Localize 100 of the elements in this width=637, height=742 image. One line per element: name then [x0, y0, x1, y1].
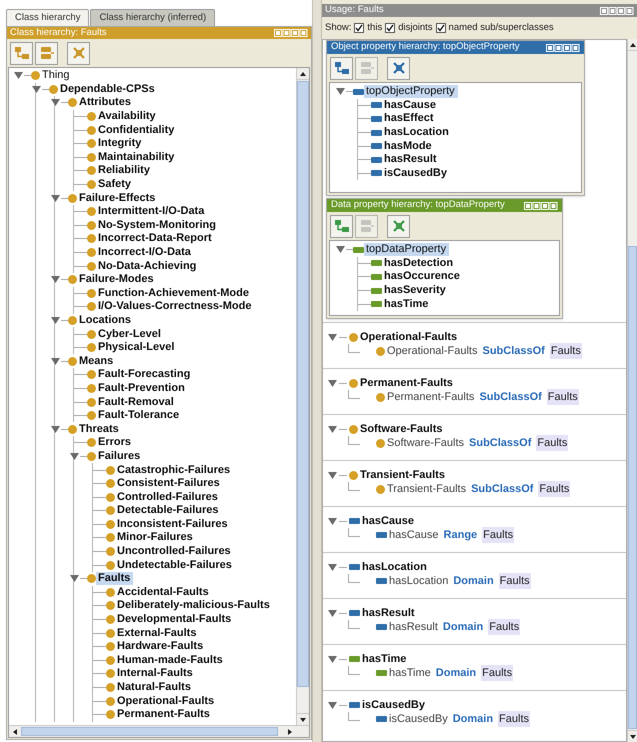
triangle-icon[interactable]	[32, 84, 40, 94]
tree-item[interactable]: Errors	[96, 436, 134, 450]
axiom-target[interactable]: Faults	[498, 710, 530, 728]
checkbox[interactable]	[354, 23, 364, 33]
tree-item[interactable]: topObjectProperty	[364, 85, 458, 98]
tree-item[interactable]: Operational-Faults	[115, 694, 218, 708]
toolbar-button[interactable]	[330, 56, 353, 80]
checkbox[interactable]	[436, 23, 446, 33]
tree-item[interactable]: hasMode	[382, 140, 435, 153]
usage-entity[interactable]: isCausedBy	[362, 696, 425, 714]
triangle-icon[interactable]	[70, 452, 78, 461]
tree-item[interactable]: Failure-Effects	[77, 192, 158, 205]
checkbox[interactable]	[385, 23, 396, 33]
tree-item[interactable]: Physical-Level	[96, 341, 178, 354]
triangle-icon[interactable]	[328, 470, 337, 480]
tree-item[interactable]: Threats	[77, 422, 122, 436]
tree-item[interactable]: Consistent-Failures	[115, 477, 223, 490]
usage-entity[interactable]: Software-Faults	[360, 420, 443, 438]
axiom-target[interactable]: Faults	[481, 664, 514, 682]
triangle-icon[interactable]	[50, 424, 60, 434]
axiom-target[interactable]: Faults	[546, 388, 579, 406]
tree-item[interactable]: Human-made-Faults	[115, 654, 226, 667]
usage-entity[interactable]: Permanent-Faults	[360, 374, 453, 392]
tree-item[interactable]: hasOccurence	[382, 270, 463, 284]
toolbar-button[interactable]	[387, 214, 410, 238]
scrollbar-thumb[interactable]	[628, 246, 637, 729]
tree-item[interactable]: Faults	[96, 572, 134, 586]
triangle-icon[interactable]	[328, 332, 337, 342]
tree-item[interactable]: Developmental-Faults	[115, 613, 234, 626]
triangle-icon[interactable]	[328, 562, 337, 572]
toolbar-button[interactable]	[387, 56, 410, 80]
tree-item[interactable]: Detectable-Failures	[115, 504, 222, 518]
triangle-icon[interactable]	[336, 87, 344, 96]
triangle-icon[interactable]	[14, 71, 22, 80]
triangle-icon[interactable]	[328, 378, 337, 388]
tree-item[interactable]: Fault-Removal	[96, 396, 177, 409]
tree-item[interactable]: hasCause	[382, 98, 439, 112]
tree-item[interactable]: Intermittent-I/O-Data	[96, 205, 208, 218]
window-controls-icon[interactable]	[546, 44, 580, 52]
window-controls-icon[interactable]	[524, 202, 558, 210]
usage-entity[interactable]: Transient-Faults	[360, 466, 445, 484]
scrollbar-thumb[interactable]	[21, 727, 278, 736]
triangle-icon[interactable]	[50, 356, 60, 366]
tree-item[interactable]: Hardware-Faults	[115, 640, 206, 654]
tree-item[interactable]: Availability	[96, 110, 159, 124]
tree-item[interactable]: Means	[77, 354, 116, 368]
tree-item[interactable]: Incorrect-I/O-Data	[96, 246, 194, 260]
triangle-icon[interactable]	[50, 316, 60, 325]
axiom-target[interactable]: Faults	[482, 526, 514, 544]
tree-item[interactable]: Integrity	[96, 137, 144, 150]
tree-item[interactable]: No-Data-Achieving	[96, 260, 200, 273]
tree-item[interactable]: No-System-Monitoring	[96, 218, 219, 232]
tree-item[interactable]: Accidental-Faults	[115, 586, 212, 599]
tree-item[interactable]: Permanent-Faults	[115, 708, 213, 722]
usage-entity[interactable]: hasResult	[362, 604, 415, 622]
tree-item[interactable]: Maintainability	[96, 150, 178, 164]
triangle-icon[interactable]	[50, 98, 60, 108]
usage-entity[interactable]: Operational-Faults	[360, 328, 458, 346]
tree-item[interactable]: hasTime	[382, 298, 432, 311]
tree-item[interactable]: Incorrect-Data-Report	[96, 232, 215, 246]
tree-item[interactable]: Dependable-CPSs	[58, 82, 158, 96]
tree-item[interactable]: hasLocation	[382, 126, 452, 140]
window-controls-icon[interactable]	[600, 6, 634, 14]
triangle-icon[interactable]	[328, 424, 337, 434]
tree-item[interactable]: hasSeverity	[382, 284, 449, 298]
tree-item[interactable]: Thing	[40, 69, 73, 82]
tree-item[interactable]: Attributes	[77, 96, 134, 110]
axiom-target[interactable]: Faults	[536, 434, 568, 452]
tree-item[interactable]: Safety	[96, 178, 134, 192]
tree-item[interactable]: Reliability	[96, 164, 153, 178]
triangle-icon[interactable]	[50, 275, 60, 284]
triangle-icon[interactable]	[328, 608, 337, 618]
tree-item[interactable]: Fault-Prevention	[96, 382, 188, 395]
triangle-icon[interactable]	[328, 654, 337, 664]
tree-item[interactable]: hasResult	[382, 153, 440, 166]
tree-item[interactable]: I/O-Values-Correctness-Mode	[96, 300, 254, 314]
triangle-icon[interactable]	[328, 700, 337, 710]
tree-item[interactable]: Function-Achievement-Mode	[96, 286, 252, 300]
tree-item[interactable]: External-Faults	[115, 626, 200, 640]
triangle-icon[interactable]	[50, 194, 60, 203]
tree-item[interactable]: Locations	[77, 314, 134, 327]
tab[interactable]: Class hierarchy (inferred)	[90, 9, 216, 26]
toolbar-button[interactable]	[330, 214, 353, 238]
tree-item[interactable]: Deliberately-malicious-Faults	[115, 599, 273, 612]
usage-entity[interactable]: hasCause	[362, 512, 414, 530]
scrollbar-thumb[interactable]	[297, 81, 309, 687]
tree-item[interactable]: hasEffect	[382, 112, 437, 126]
axiom-target[interactable]: Faults	[538, 480, 570, 498]
tree-item[interactable]: topDataProperty	[364, 243, 450, 256]
tree-item[interactable]: Fault-Forecasting	[96, 368, 194, 382]
tree-item[interactable]: Uncontrolled-Failures	[115, 545, 234, 558]
tree-item[interactable]: Inconsistent-Failures	[115, 518, 231, 531]
tree-item[interactable]: Minor-Failures	[115, 531, 196, 544]
tree-item[interactable]: Failures	[96, 450, 144, 463]
usage-entity[interactable]: hasTime	[362, 650, 406, 668]
tree-item[interactable]: Cyber-Level	[96, 328, 164, 341]
tree-item[interactable]: hasDetection	[382, 256, 456, 270]
usage-entity[interactable]: hasLocation	[362, 558, 427, 576]
tree-item[interactable]: Failure-Modes	[77, 273, 157, 286]
tree-item[interactable]: Fault-Tolerance	[96, 409, 182, 422]
